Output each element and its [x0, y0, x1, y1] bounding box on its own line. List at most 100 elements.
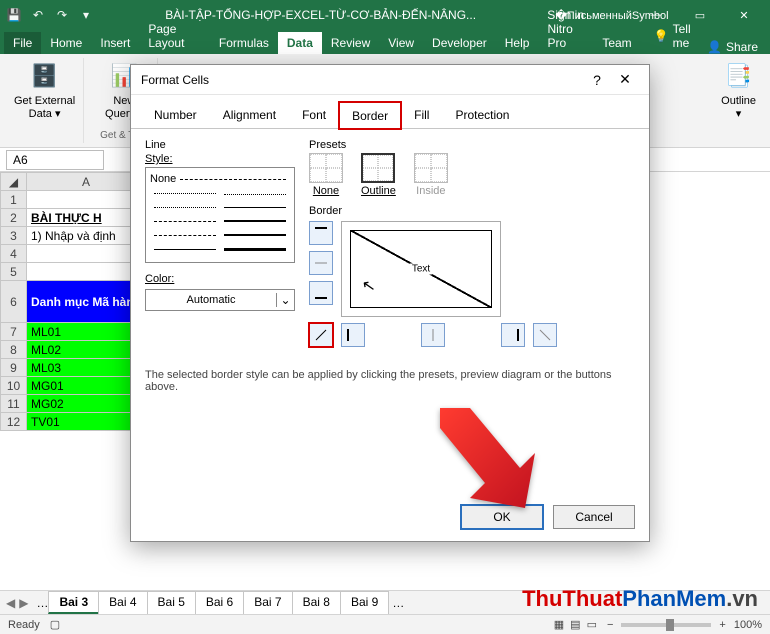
sheet-nav-prev-icon[interactable]: ◀	[6, 596, 15, 610]
preset-none-label: None	[313, 185, 339, 197]
tab-file[interactable]: File	[4, 32, 41, 54]
qat-more-icon[interactable]: ▾	[78, 7, 94, 23]
cancel-button[interactable]: Cancel	[553, 505, 635, 529]
name-box[interactable]: A6	[6, 150, 104, 170]
sheet-tab[interactable]: Bai 4	[98, 591, 147, 614]
view-break-icon[interactable]: ▭	[587, 618, 597, 631]
tab-page-layout[interactable]: Page Layout	[139, 18, 209, 54]
row-header[interactable]: 11	[1, 395, 27, 413]
view-page-icon[interactable]: ▤	[570, 618, 580, 631]
line-style-list[interactable]: None	[145, 167, 295, 263]
border-right-button[interactable]	[501, 323, 525, 347]
sheet-tab[interactable]: Bai 5	[147, 591, 196, 614]
row-header[interactable]: 1	[1, 191, 27, 209]
row-header[interactable]: 9	[1, 359, 27, 377]
preset-inside-label: Inside	[416, 185, 445, 197]
cell[interactable]: MG01	[27, 377, 146, 395]
undo-icon[interactable]: ↶	[30, 7, 46, 23]
tab-developer[interactable]: Developer	[423, 32, 496, 54]
border-bottom-button[interactable]	[309, 281, 333, 305]
cell[interactable]: ML02	[27, 341, 146, 359]
preset-inside[interactable]: Inside	[414, 153, 448, 197]
tab-help[interactable]: Help	[496, 32, 539, 54]
border-preview[interactable]: Text	[341, 221, 501, 317]
sheet-tab[interactable]: Bai 3	[48, 591, 99, 614]
tell-me-label: Tell me	[673, 22, 698, 50]
autosave-icon[interactable]: 💾	[6, 7, 22, 23]
ribbon-options-icon[interactable]: �ПисьменныйSymbol	[592, 0, 632, 30]
sheet-more-right[interactable]: …	[392, 596, 404, 610]
border-left-button[interactable]	[341, 323, 365, 347]
border-top-button[interactable]	[309, 221, 333, 245]
share-button[interactable]: 👤 Share	[707, 40, 766, 54]
border-diagonal-down-button[interactable]	[533, 323, 557, 347]
row-header[interactable]: 5	[1, 263, 27, 281]
tab-review[interactable]: Review	[322, 32, 379, 54]
tab-insert[interactable]: Insert	[91, 32, 139, 54]
dialog-tab-fill[interactable]: Fill	[401, 101, 442, 128]
tab-data[interactable]: Data	[278, 32, 322, 54]
sheet-nav-next-icon[interactable]: ▶	[19, 596, 28, 610]
watermark: ThuThuatPhanMem.vn	[522, 586, 758, 612]
sheet-tab[interactable]: Bai 6	[195, 591, 244, 614]
watermark-c: .vn	[726, 586, 758, 611]
dialog-tab-alignment[interactable]: Alignment	[210, 101, 289, 128]
cell[interactable]: MG02	[27, 395, 146, 413]
sheet-tab[interactable]: Bai 7	[243, 591, 292, 614]
style-none[interactable]: None	[150, 173, 176, 185]
format-cells-dialog: Format Cells ? ✕ Number Alignment Font B…	[130, 64, 650, 542]
dialog-help-icon[interactable]: ?	[583, 72, 611, 88]
border-diagonal-up-button[interactable]	[309, 323, 333, 347]
status-ready: Ready	[8, 619, 40, 631]
dialog-tab-border[interactable]: Border	[339, 102, 401, 129]
row-header[interactable]: 10	[1, 377, 27, 395]
presets-label: Presets	[309, 139, 635, 151]
zoom-level[interactable]: 100%	[734, 619, 762, 631]
sheet-tab[interactable]: Bai 8	[292, 591, 341, 614]
status-bar: Ready ▢ ▦ ▤ ▭ − + 100%	[0, 614, 770, 634]
select-all[interactable]: ◢	[1, 173, 27, 191]
watermark-a: ThuThuat	[522, 586, 622, 611]
macro-record-icon[interactable]: ▢	[50, 618, 60, 631]
row-header[interactable]: 8	[1, 341, 27, 359]
row-header[interactable]: 7	[1, 323, 27, 341]
col-header[interactable]: A	[27, 173, 146, 191]
row-header[interactable]: 12	[1, 413, 27, 431]
dialog-tab-number[interactable]: Number	[141, 101, 210, 128]
cell[interactable]: ML03	[27, 359, 146, 377]
table-header[interactable]: Danh mục Mã hàng	[27, 281, 146, 323]
cell[interactable]: ML01	[27, 323, 146, 341]
zoom-in-icon[interactable]: +	[719, 619, 725, 631]
tab-nitro[interactable]: Nitro Pro	[538, 18, 593, 54]
cell[interactable]: TV01	[27, 413, 146, 431]
outline-button[interactable]: 📑 Outline ▾	[721, 60, 756, 120]
row-header[interactable]: 2	[1, 209, 27, 227]
ok-button[interactable]: OK	[461, 505, 543, 529]
zoom-out-icon[interactable]: −	[607, 619, 613, 631]
zoom-slider[interactable]	[621, 623, 711, 627]
close-button[interactable]: ✕	[724, 0, 764, 30]
border-middle-h-button[interactable]	[309, 251, 333, 275]
dialog-tab-protection[interactable]: Protection	[442, 101, 522, 128]
preset-none[interactable]: None	[309, 153, 343, 197]
view-normal-icon[interactable]: ▦	[554, 618, 564, 631]
color-dropdown[interactable]: Automatic ⌄	[145, 289, 295, 311]
tab-formulas[interactable]: Formulas	[210, 32, 278, 54]
dialog-close-icon[interactable]: ✕	[611, 71, 639, 88]
border-middle-v-button[interactable]	[421, 323, 445, 347]
tab-home[interactable]: Home	[41, 32, 91, 54]
redo-icon[interactable]: ↷	[54, 7, 70, 23]
row-header[interactable]: 6	[1, 281, 27, 323]
row-header[interactable]: 3	[1, 227, 27, 245]
preset-outline[interactable]: Outline	[361, 153, 396, 197]
sheet-more-left[interactable]: …	[36, 596, 48, 610]
color-value: Automatic	[146, 294, 276, 306]
row-header[interactable]: 4	[1, 245, 27, 263]
tell-me[interactable]: 💡 Tell me	[645, 18, 707, 54]
tab-team[interactable]: Team	[593, 32, 640, 54]
dialog-tab-font[interactable]: Font	[289, 101, 339, 128]
get-external-data-button[interactable]: 🗄️ Get External Data ▾	[14, 60, 75, 120]
tab-view[interactable]: View	[379, 32, 423, 54]
sheet-tab[interactable]: Bai 9	[340, 591, 389, 614]
dialog-tabs: Number Alignment Font Border Fill Protec…	[131, 95, 649, 129]
